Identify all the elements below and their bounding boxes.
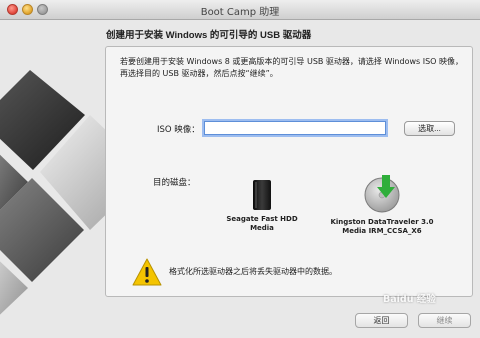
iso-image-label: ISO 映像：: [157, 125, 200, 135]
page-heading: 创建用于安装 Windows 的可引导的 USB 驱动器: [106, 30, 312, 41]
watermark-text: Baidu 经验: [383, 294, 436, 305]
drive-option-seagate[interactable]: Seagate Fast HDD Media: [219, 179, 305, 233]
continue-button[interactable]: 继续: [418, 313, 471, 328]
instructions-text: 若要创建用于安装 Windows 8 或更高版本的可引导 USB 驱动器，请选择…: [120, 57, 464, 78]
drive-option-kingston[interactable]: Kingston DataTraveler 3.0 Media IRM_CCSA…: [327, 174, 437, 236]
drive-name: Seagate Fast HDD Media: [226, 215, 298, 232]
choose-iso-button[interactable]: 选取...: [404, 121, 455, 136]
usb-drive-install-icon: [364, 175, 400, 213]
content-panel: 若要创建用于安装 Windows 8 或更高版本的可引导 USB 驱动器，请选择…: [105, 46, 473, 297]
drive-name: Kingston DataTraveler 3.0 Media IRM_CCSA…: [330, 218, 434, 235]
warning-message: 格式化所选驱动器之后将丢失驱动器中的数据。: [169, 267, 337, 276]
window-title: Boot Camp 助理: [200, 7, 280, 18]
warning-icon: [132, 258, 162, 286]
destination-disk-label: 目的磁盘：: [153, 178, 196, 188]
iso-path-field[interactable]: [204, 121, 386, 135]
back-button[interactable]: 返回: [355, 313, 408, 328]
boot-camp-window: Boot Camp 助理 创建用于安装 Windows 的可引导的 USB 驱动…: [0, 0, 480, 338]
external-hdd-icon: [253, 180, 271, 210]
title-bar: Boot Camp 助理: [0, 0, 480, 20]
